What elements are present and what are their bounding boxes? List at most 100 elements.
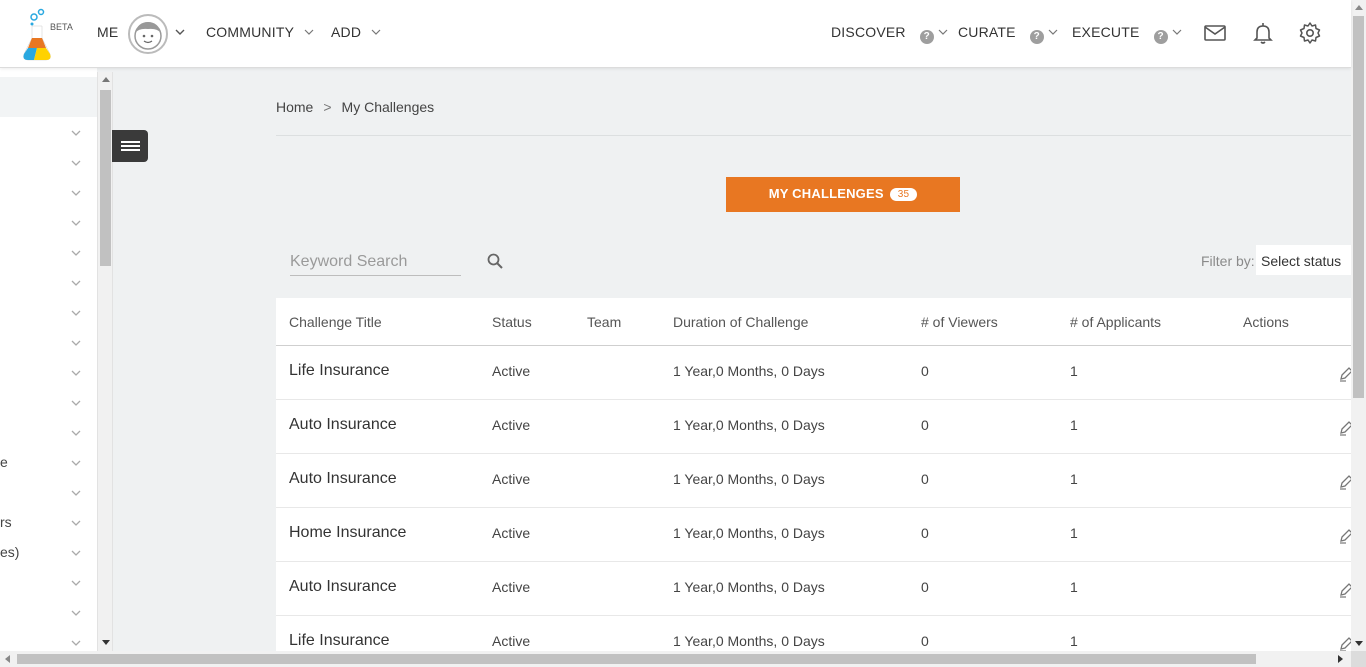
column-header[interactable]: Status <box>492 314 532 330</box>
challenge-title-cell[interactable]: Auto Insurance <box>289 578 397 596</box>
edit-icon[interactable] <box>1338 366 1351 382</box>
sidebar-item[interactable] <box>0 598 97 628</box>
keyword-search-input[interactable] <box>290 248 461 276</box>
challenge-title-cell[interactable]: Home Insurance <box>289 524 406 542</box>
bell-icon[interactable] <box>1251 21 1275 45</box>
scroll-right-arrow-icon[interactable] <box>1338 655 1343 663</box>
sidebar-item[interactable] <box>0 328 97 358</box>
breadcrumb-current: My Challenges <box>341 99 435 115</box>
breadcrumb-home[interactable]: Home <box>276 99 313 115</box>
status-filter-select[interactable]: Select status <box>1256 245 1351 275</box>
sidebar-selected-item[interactable] <box>0 77 97 117</box>
applicants-cell: 1 <box>1070 417 1078 433</box>
column-header[interactable]: Team <box>587 314 621 330</box>
chevron-down-icon[interactable] <box>70 456 82 474</box>
gear-icon[interactable] <box>1298 21 1322 45</box>
chevron-down-icon[interactable] <box>70 576 82 594</box>
table-row[interactable]: Life Insurance Active 1 Year,0 Months, 0 D… <box>276 346 1351 400</box>
duration-cell: 1 Year,0 Months, 0 Days <box>673 525 825 541</box>
nav-discover-label: DISCOVER <box>831 24 906 40</box>
sidebar-item[interactable] <box>0 148 97 178</box>
chevron-down-icon[interactable] <box>70 156 82 174</box>
chevron-down-icon[interactable] <box>70 336 82 354</box>
column-header[interactable]: # of Applicants <box>1070 314 1161 330</box>
search-icon[interactable] <box>486 252 504 270</box>
sidebar-item[interactable] <box>0 208 97 238</box>
sidebar-scroll-thumb[interactable] <box>100 90 111 266</box>
scroll-up-arrow-icon[interactable] <box>1355 5 1363 10</box>
nav-execute[interactable]: EXECUTE ? <box>1072 24 1182 44</box>
column-header[interactable]: Duration of Challenge <box>673 314 808 330</box>
table-row[interactable]: Auto Insurance Active 1 Year,0 Months, 0 D… <box>276 454 1351 508</box>
nav-community[interactable]: COMMUNITY <box>206 24 314 40</box>
page-scroll-thumb[interactable] <box>1353 16 1364 398</box>
chevron-down-icon[interactable] <box>70 126 82 144</box>
chevron-down-icon[interactable] <box>70 246 82 264</box>
column-header[interactable]: Challenge Title <box>289 314 382 330</box>
sidebar-item[interactable] <box>0 298 97 328</box>
sidebar-item[interactable] <box>0 478 97 508</box>
chevron-down-icon[interactable] <box>70 306 82 324</box>
applicants-cell: 1 <box>1070 471 1078 487</box>
chevron-down-icon[interactable] <box>70 216 82 234</box>
challenge-title-cell[interactable]: Life Insurance <box>289 632 390 650</box>
horizontal-scroll-thumb[interactable] <box>17 654 1256 664</box>
chevron-down-icon[interactable] <box>70 276 82 294</box>
chevron-down-icon[interactable] <box>70 516 82 534</box>
edit-icon[interactable] <box>1338 474 1351 490</box>
sidebar-item[interactable]: e <box>0 448 97 478</box>
help-icon[interactable]: ? <box>1153 30 1168 44</box>
sidebar-item[interactable]: rs <box>0 508 97 538</box>
table-row[interactable]: Home Insurance Active 1 Year,0 Months, 0 D… <box>276 508 1351 562</box>
status-cell: Active <box>492 471 531 487</box>
divider <box>276 135 1351 136</box>
edit-icon[interactable] <box>1338 420 1351 436</box>
nav-add[interactable]: ADD <box>331 24 381 40</box>
edit-icon[interactable] <box>1338 528 1351 544</box>
sidebar-item[interactable] <box>0 358 97 388</box>
sidebar-item[interactable] <box>0 418 97 448</box>
chevron-down-icon[interactable] <box>174 25 186 43</box>
sidebar-item[interactable] <box>0 178 97 208</box>
chevron-down-icon[interactable] <box>70 546 82 564</box>
sidebar-item[interactable] <box>0 568 97 598</box>
avatar-icon[interactable] <box>128 14 168 54</box>
sidebar-item[interactable] <box>0 118 97 148</box>
chevron-down-icon[interactable] <box>70 606 82 624</box>
chevron-down-icon[interactable] <box>70 186 82 204</box>
scroll-left-arrow-icon[interactable] <box>5 655 10 663</box>
sidebar-item[interactable]: es) <box>0 538 97 568</box>
scroll-down-arrow-icon[interactable] <box>1355 641 1363 646</box>
sidebar-scrollbar[interactable] <box>97 72 113 651</box>
column-header[interactable]: # of Viewers <box>921 314 998 330</box>
chevron-down-icon[interactable] <box>70 366 82 384</box>
chevron-down-icon[interactable] <box>70 486 82 504</box>
edit-icon[interactable] <box>1338 636 1351 651</box>
challenge-title-cell[interactable]: Life Insurance <box>289 362 390 380</box>
sidebar-item[interactable] <box>0 268 97 298</box>
help-icon[interactable]: ? <box>1029 30 1044 44</box>
table-row[interactable]: Auto Insurance Active 1 Year,0 Months, 0 D… <box>276 562 1351 616</box>
page-horizontal-scrollbar[interactable] <box>0 651 1351 667</box>
nav-me[interactable]: ME <box>97 24 118 40</box>
beaker-logo-icon[interactable]: BETA <box>20 8 76 62</box>
mail-icon[interactable] <box>1203 21 1227 45</box>
challenge-title-cell[interactable]: Auto Insurance <box>289 416 397 434</box>
chevron-down-icon[interactable] <box>70 426 82 444</box>
sidebar-item[interactable] <box>0 388 97 418</box>
nav-discover[interactable]: DISCOVER ? <box>831 24 948 44</box>
menu-icon[interactable] <box>112 130 148 162</box>
scroll-down-arrow-icon[interactable] <box>102 640 110 645</box>
chevron-down-icon <box>938 24 948 40</box>
table-row[interactable]: Auto Insurance Active 1 Year,0 Months, 0 D… <box>276 400 1351 454</box>
scroll-up-arrow-icon[interactable] <box>102 77 110 82</box>
help-icon[interactable]: ? <box>919 30 934 44</box>
sidebar-item[interactable] <box>0 238 97 268</box>
chevron-down-icon[interactable] <box>70 396 82 414</box>
nav-curate[interactable]: CURATE ? <box>958 24 1058 44</box>
page-vertical-scrollbar[interactable] <box>1351 0 1366 651</box>
challenge-title-cell[interactable]: Auto Insurance <box>289 470 397 488</box>
table-row[interactable]: Life Insurance Active 1 Year,0 Months, 0 D… <box>276 616 1351 651</box>
my-challenges-button[interactable]: MY CHALLENGES 35 <box>726 177 960 212</box>
edit-icon[interactable] <box>1338 582 1351 598</box>
